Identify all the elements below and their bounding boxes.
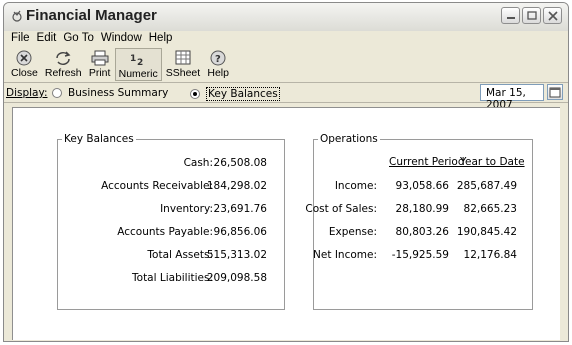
key-balances-radio[interactable]: Key Balances <box>190 87 280 101</box>
close-icon <box>548 11 558 21</box>
menu-bar: File Edit Go To Window Help <box>4 31 568 47</box>
window-title: Financial Manager <box>26 7 157 24</box>
close-window-button[interactable] <box>543 7 562 24</box>
help-button[interactable]: ? Help <box>204 48 232 79</box>
calendar-icon <box>549 87 561 98</box>
row-value: 26,508.08 <box>213 157 267 169</box>
window-controls <box>501 7 562 24</box>
table-row: Accounts Receivable: 184,298.02 <box>57 179 285 193</box>
financial-manager-window: Financial Manager File Edit Go To Window… <box>3 2 569 342</box>
display-bar: Display: Business Summary Key Balances M… <box>4 83 568 111</box>
ytd-value: 285,687.49 <box>456 180 517 192</box>
minimize-icon <box>507 17 515 19</box>
svg-text:?: ? <box>215 54 221 65</box>
refresh-button[interactable]: Refresh <box>42 48 85 79</box>
refresh-icon <box>56 50 71 65</box>
svg-text:2: 2 <box>137 58 143 67</box>
radio-button[interactable] <box>52 88 62 98</box>
row-value: 23,691.76 <box>213 203 267 215</box>
date-field[interactable]: Mar 15, 2007 <box>480 84 544 111</box>
print-label: Print <box>88 67 111 79</box>
table-row: Cost of Sales: 28,180.99 82,665.23 <box>305 202 533 216</box>
row-value: 515,313.02 <box>206 249 267 261</box>
table-row: Accounts Payable: 96,856.06 <box>57 225 285 239</box>
current-period-header: Current Period <box>389 156 465 168</box>
printer-icon <box>91 50 109 65</box>
ytd-value: 82,665.23 <box>463 203 517 215</box>
ssheet-label: SSheet <box>165 67 201 79</box>
row-label: Accounts Receivable: <box>101 180 213 192</box>
numeric-icon: 1 2 <box>130 54 143 67</box>
ytd-value: 190,845.42 <box>456 226 517 238</box>
row-value: 184,298.02 <box>206 180 267 192</box>
maximize-icon <box>527 11 537 20</box>
main-content: Key Balances Cash: 26,508.08 Accounts Re… <box>12 107 560 340</box>
help-icon: ? <box>210 50 226 65</box>
row-value: 209,098.58 <box>206 272 267 284</box>
calendar-button[interactable] <box>547 84 563 100</box>
menu-window[interactable]: Window <box>99 31 147 47</box>
maximize-button[interactable] <box>522 7 541 24</box>
print-button[interactable]: Print <box>86 48 114 79</box>
table-row: Inventory: 23,691.76 <box>57 202 285 216</box>
ytd-value: 12,176.84 <box>463 249 517 261</box>
app-icon <box>12 10 22 22</box>
row-label: Inventory: <box>160 203 213 215</box>
display-label: Display: <box>6 87 48 99</box>
current-value: 28,180.99 <box>395 203 449 215</box>
close-label: Close <box>11 67 38 79</box>
current-value: -15,925.59 <box>391 249 449 261</box>
radio-button-selected[interactable] <box>190 89 200 99</box>
menu-edit[interactable]: Edit <box>35 31 62 47</box>
help-label: Help <box>207 67 229 79</box>
close-circle-icon <box>16 50 32 65</box>
menu-goto[interactable]: Go To <box>61 31 98 47</box>
minimize-button[interactable] <box>501 7 520 24</box>
row-label: Expense: <box>328 226 377 238</box>
row-label: Cost of Sales: <box>305 203 377 215</box>
title-bar: Financial Manager <box>4 3 568 31</box>
table-row: Expense: 80,803.26 190,845.42 <box>313 225 533 239</box>
row-label: Income: <box>334 180 377 192</box>
table-row: Net Income: -15,925.59 12,176.84 <box>313 248 533 262</box>
spreadsheet-icon <box>175 50 191 65</box>
table-row: Total Assets: 515,313.02 <box>57 248 285 262</box>
current-value: 93,058.66 <box>395 180 449 192</box>
current-value: 80,803.26 <box>395 226 449 238</box>
svg-text:1: 1 <box>130 54 136 64</box>
row-label: Total Assets: <box>147 249 213 261</box>
year-to-date-header: Year to Date <box>460 156 525 168</box>
table-row: Income: 93,058.66 285,687.49 <box>313 179 533 193</box>
operations-title: Operations <box>320 133 378 145</box>
row-label: Cash: <box>183 157 213 169</box>
key-balances-title: Key Balances <box>64 133 134 145</box>
table-row: Cash: 26,508.08 <box>57 156 285 170</box>
table-row: Total Liabilities: 209,098.58 <box>57 271 285 285</box>
numeric-button[interactable]: 1 2 Numeric <box>114 48 162 81</box>
menu-file[interactable]: File <box>9 31 35 47</box>
row-label: Net Income: <box>313 249 377 261</box>
business-summary-radio[interactable]: Business Summary <box>52 87 168 99</box>
row-label: Accounts Payable: <box>117 226 213 238</box>
row-value: 96,856.06 <box>213 226 267 238</box>
menu-help[interactable]: Help <box>147 31 178 47</box>
ssheet-button[interactable]: SSheet <box>163 48 203 79</box>
refresh-label: Refresh <box>44 67 82 79</box>
numeric-label: Numeric <box>118 68 158 80</box>
row-label: Total Liabilities: <box>132 272 213 284</box>
toolbar: Close Refresh Print 1 2 Numeric SSheet ?… <box>4 47 568 83</box>
business-summary-label: Business Summary <box>68 87 169 99</box>
close-button[interactable]: Close <box>8 48 41 79</box>
key-balances-label: Key Balances <box>206 87 280 101</box>
